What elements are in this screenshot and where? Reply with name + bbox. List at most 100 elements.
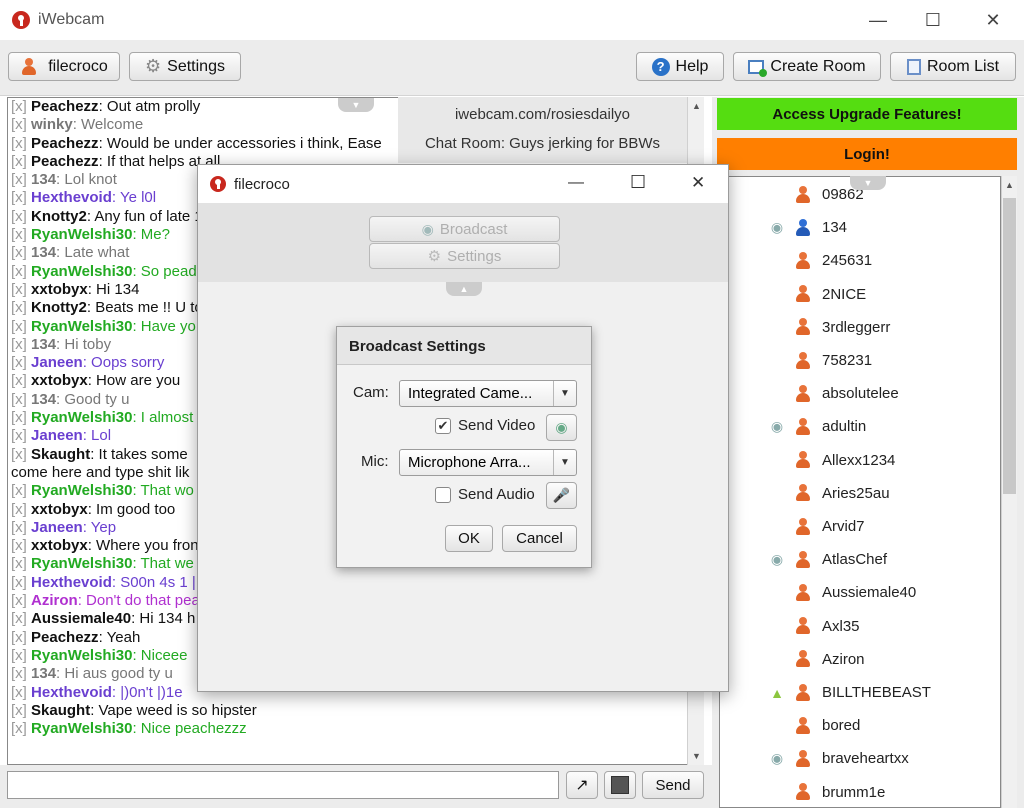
chat-username[interactable]: RyanWelshi30 xyxy=(31,409,132,426)
ignore-user-link[interactable]: [x] xyxy=(11,482,27,499)
ignore-user-link[interactable]: [x] xyxy=(11,592,27,609)
ignore-user-link[interactable]: [x] xyxy=(11,629,27,646)
user-list-item[interactable]: ◉ AtlasChef xyxy=(760,543,1000,576)
chat-username[interactable]: Hexthevoid xyxy=(31,574,112,591)
chat-username[interactable]: Peachezz xyxy=(31,153,99,170)
user-list-item[interactable]: Aussiemale40 xyxy=(760,576,1000,609)
send-button[interactable]: Send xyxy=(642,771,704,799)
user-list-item[interactable]: Allexx1234 xyxy=(760,444,1000,477)
ignore-user-link[interactable]: [x] xyxy=(11,153,27,170)
color-picker-button[interactable] xyxy=(604,771,636,799)
room-list-button[interactable]: Room List xyxy=(890,52,1016,81)
chat-username[interactable]: Aussiemale40 xyxy=(31,610,131,627)
chat-username[interactable]: Skaught xyxy=(31,446,90,463)
user-list-item[interactable]: 3rdleggerr xyxy=(760,311,1000,344)
minimize-button[interactable]: — xyxy=(855,0,901,40)
ignore-user-link[interactable]: [x] xyxy=(11,446,27,463)
dialog-minimize-button[interactable]: — xyxy=(568,174,584,192)
collapse-video-toggle[interactable]: ▼ xyxy=(338,98,374,112)
dialog-settings-button[interactable]: ⚙ Settings xyxy=(369,243,560,269)
ignore-user-link[interactable]: [x] xyxy=(11,684,27,701)
chat-username[interactable]: Janeen xyxy=(31,354,83,371)
chat-username[interactable]: Knotty2 xyxy=(31,208,87,225)
ignore-user-link[interactable]: [x] xyxy=(11,610,27,627)
ignore-user-link[interactable]: [x] xyxy=(11,427,27,444)
ignore-user-link[interactable]: [x] xyxy=(11,519,27,536)
ignore-user-link[interactable]: [x] xyxy=(11,647,27,664)
broadcast-button[interactable]: ◉ Broadcast xyxy=(369,216,560,242)
chat-username[interactable]: xxtobyx xyxy=(31,501,88,518)
chat-username[interactable]: Hexthevoid xyxy=(31,684,112,701)
user-list-item[interactable]: ◉ 134 xyxy=(760,211,1000,244)
ignore-user-link[interactable]: [x] xyxy=(11,208,27,225)
chat-username[interactable]: Janeen xyxy=(31,427,83,444)
ignore-user-link[interactable]: [x] xyxy=(11,318,27,335)
upgrade-banner[interactable]: Access Upgrade Features! xyxy=(717,98,1017,130)
user-list-item[interactable]: absolutelee xyxy=(760,377,1000,410)
create-room-button[interactable]: Create Room xyxy=(733,52,881,81)
ignore-user-link[interactable]: [x] xyxy=(11,189,27,206)
dialog-maximize-button[interactable]: ☐ xyxy=(630,172,646,193)
ignore-user-link[interactable]: [x] xyxy=(11,409,27,426)
user-list-item[interactable]: Aziron xyxy=(760,643,1000,676)
ignore-user-link[interactable]: [x] xyxy=(11,281,27,298)
popout-button[interactable]: ↗ xyxy=(566,771,598,799)
chat-username[interactable]: RyanWelshi30 xyxy=(31,555,132,572)
chat-username[interactable]: RyanWelshi30 xyxy=(31,720,132,737)
user-list-scrollbar[interactable]: ▲ xyxy=(1001,176,1017,808)
settings-button[interactable]: ⚙ Settings xyxy=(129,52,241,81)
maximize-button[interactable]: ☐ xyxy=(910,0,956,40)
user-list-item[interactable]: ▲ BILLTHEBEAST xyxy=(760,676,1000,709)
user-list-item[interactable]: 758231 xyxy=(760,344,1000,377)
chat-username[interactable]: xxtobyx xyxy=(31,281,88,298)
chat-username[interactable]: Peachezz xyxy=(31,135,99,152)
ignore-user-link[interactable]: [x] xyxy=(11,391,27,408)
chat-username[interactable]: RyanWelshi30 xyxy=(31,482,132,499)
chat-username[interactable]: winky xyxy=(31,116,73,133)
user-list-item[interactable]: Arvid7 xyxy=(760,510,1000,543)
chat-username[interactable]: Janeen xyxy=(31,519,83,536)
ignore-user-link[interactable]: [x] xyxy=(11,226,27,243)
ignore-user-link[interactable]: [x] xyxy=(11,665,27,682)
cam-select[interactable]: Integrated Came... ▼ xyxy=(399,380,577,407)
ignore-user-link[interactable]: [x] xyxy=(11,537,27,554)
chat-username[interactable]: RyanWelshi30 xyxy=(31,226,132,243)
chat-username[interactable]: RyanWelshi30 xyxy=(31,647,132,664)
send-audio-checkbox[interactable] xyxy=(435,487,451,503)
ignore-user-link[interactable]: [x] xyxy=(11,135,27,152)
user-button[interactable]: filecroco xyxy=(8,52,120,81)
chat-username[interactable]: 134 xyxy=(31,171,56,188)
user-list-item[interactable]: Axl35 xyxy=(760,610,1000,643)
ignore-user-link[interactable]: [x] xyxy=(11,263,27,280)
chat-username[interactable]: Peachezz xyxy=(31,629,99,646)
chat-username[interactable]: Hexthevoid xyxy=(31,189,112,206)
ok-button[interactable]: OK xyxy=(445,525,493,552)
chat-username[interactable]: RyanWelshi30 xyxy=(31,318,132,335)
user-list-item[interactable]: Aries25au xyxy=(760,477,1000,510)
ignore-user-link[interactable]: [x] xyxy=(11,116,27,133)
ignore-user-link[interactable]: [x] xyxy=(11,574,27,591)
ignore-user-link[interactable]: [x] xyxy=(11,244,27,261)
cancel-button[interactable]: Cancel xyxy=(502,525,577,552)
chat-input[interactable] xyxy=(7,771,559,799)
mic-select[interactable]: Microphone Arra... ▼ xyxy=(399,449,577,476)
chat-username[interactable]: 134 xyxy=(31,665,56,682)
chat-username[interactable]: Knotty2 xyxy=(31,299,87,316)
dialog-close-button[interactable]: ✕ xyxy=(691,173,705,193)
chat-username[interactable]: Skaught xyxy=(31,702,90,719)
collapse-userlist-toggle[interactable]: ▼ xyxy=(850,176,886,190)
collapse-dialog-toggle[interactable]: ▲ xyxy=(446,282,482,296)
chat-username[interactable]: xxtobyx xyxy=(31,537,88,554)
ignore-user-link[interactable]: [x] xyxy=(11,171,27,188)
ignore-user-link[interactable]: [x] xyxy=(11,555,27,572)
chat-username[interactable]: xxtobyx xyxy=(31,372,88,389)
user-list-item[interactable]: bored xyxy=(760,709,1000,742)
ignore-user-link[interactable]: [x] xyxy=(11,702,27,719)
ignore-user-link[interactable]: [x] xyxy=(11,299,27,316)
microphone-test-button[interactable]: 🎤 xyxy=(546,482,577,509)
user-list-item[interactable]: 245631 xyxy=(760,244,1000,277)
close-button[interactable]: ✕ xyxy=(970,0,1016,40)
video-preview-button[interactable]: ◉ xyxy=(546,414,577,441)
user-list-item[interactable]: 2NICE xyxy=(760,278,1000,311)
chat-username[interactable]: RyanWelshi30 xyxy=(31,263,132,280)
